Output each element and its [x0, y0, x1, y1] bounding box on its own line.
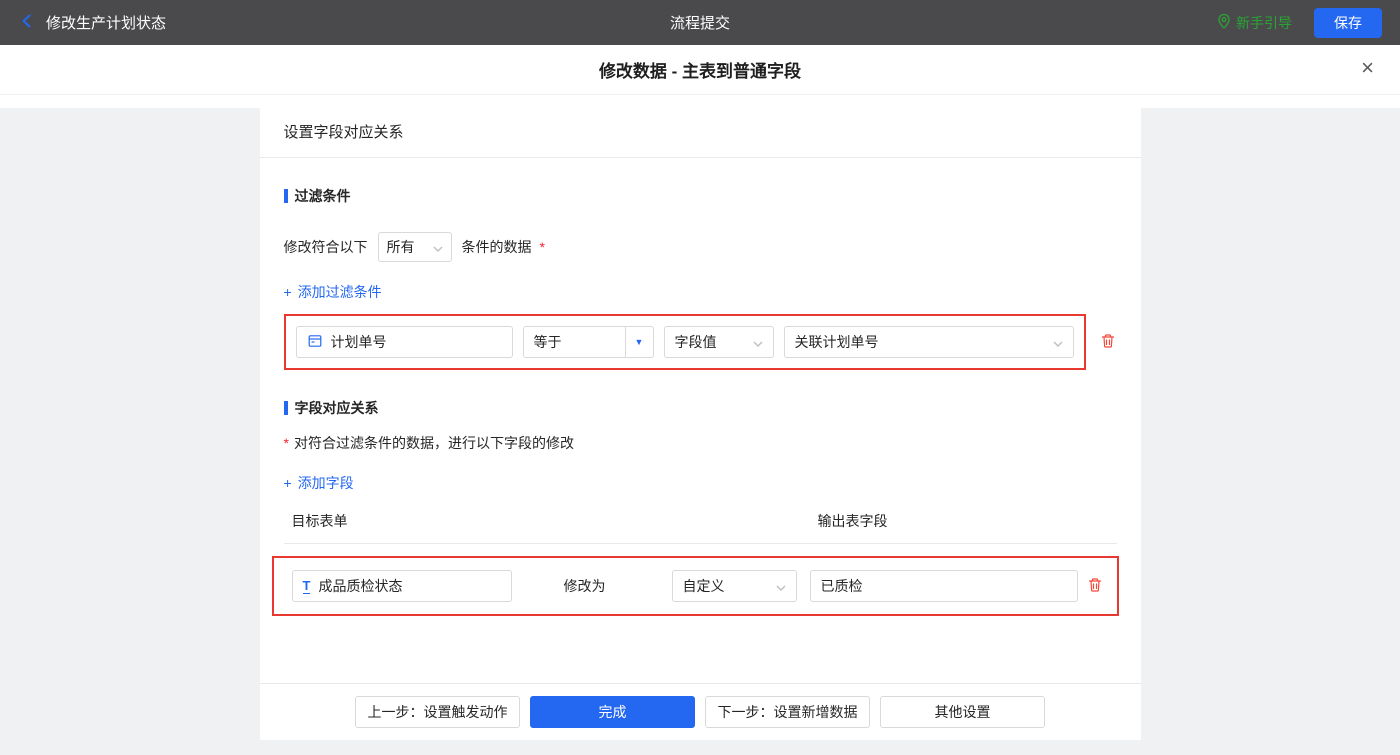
dialog-header: 修改数据 - 主表到普通字段 × [0, 45, 1400, 95]
required-asterisk: * [540, 239, 545, 255]
mapping-section-title: 字段对应关系 [284, 398, 1117, 418]
filter-condition-row: 计划单号 等于 ▼ 字段值 关联计划单号 [284, 314, 1117, 370]
plus-icon: + [284, 284, 292, 300]
form-icon [307, 333, 323, 352]
mapping-column-headers: 目标表单 输出表字段 [284, 511, 1117, 544]
match-prefix: 修改符合以下 [284, 237, 368, 257]
guide-link[interactable]: 新手引导 [1217, 13, 1292, 33]
match-mode-select[interactable]: 所有 [378, 232, 452, 262]
match-mode-value: 所有 [387, 237, 415, 257]
value-source-value: 自定义 [683, 576, 725, 596]
close-icon[interactable]: × [1361, 57, 1374, 79]
other-settings-button[interactable]: 其他设置 [880, 696, 1045, 728]
chevron-down-icon [776, 578, 786, 594]
mapping-section-label: 字段对应关系 [295, 398, 379, 418]
card-body: 过滤条件 修改符合以下 所有 条件的数据 * + 添加过滤条件 [260, 158, 1141, 683]
match-suffix: 条件的数据 [462, 237, 532, 257]
value-type-value: 字段值 [675, 332, 717, 352]
filter-field-value: 计划单号 [331, 332, 387, 352]
filter-section-label: 过滤条件 [295, 186, 351, 206]
value-source-select[interactable]: 自定义 [672, 570, 797, 602]
output-value-input[interactable]: 已质检 [810, 570, 1078, 602]
chevron-down-icon [1053, 334, 1063, 350]
trash-icon [1100, 333, 1116, 352]
annotation-box-filter: 计划单号 等于 ▼ 字段值 关联计划单号 [284, 314, 1086, 370]
chevron-down-icon [433, 239, 443, 255]
column-header-target: 目标表单 [292, 511, 348, 531]
location-pin-icon [1217, 13, 1231, 32]
target-field-value: 成品质检状态 [318, 576, 402, 596]
topbar: 修改生产计划状态 流程提交 新手引导 保存 [0, 0, 1400, 45]
dialog-title: 修改数据 - 主表到普通字段 [599, 57, 801, 82]
required-asterisk: * [284, 435, 289, 451]
add-filter-link[interactable]: + 添加过滤条件 [284, 282, 382, 302]
trash-icon [1087, 577, 1103, 596]
prev-step-button[interactable]: 上一步：设置触发动作 [355, 696, 520, 728]
page-title: 修改生产计划状态 [46, 12, 166, 33]
output-value-text: 已质检 [821, 576, 863, 596]
card-footer: 上一步：设置触发动作 完成 下一步：设置新增数据 其他设置 [260, 683, 1141, 740]
delete-field-button[interactable] [1087, 577, 1103, 596]
column-header-output: 输出表字段 [818, 511, 888, 531]
mapping-hint: * 对符合过滤条件的数据，进行以下字段的修改 [284, 433, 1117, 453]
delete-filter-button[interactable] [1100, 333, 1116, 352]
back-button[interactable] [18, 12, 36, 33]
operator-select[interactable]: 等于 ▼ [523, 326, 654, 358]
target-field-input[interactable]: T 成品质检状态 [292, 570, 512, 602]
dropdown-arrow-icon[interactable]: ▼ [625, 327, 653, 357]
chevron-down-icon [753, 334, 763, 350]
next-step-button[interactable]: 下一步：设置新增数据 [705, 696, 870, 728]
card-title: 设置字段对应关系 [260, 108, 1141, 158]
add-field-label: 添加字段 [298, 473, 354, 493]
flow-title: 流程提交 [670, 12, 730, 33]
annotation-box-mapping: T 成品质检状态 修改为 自定义 已质检 [272, 556, 1119, 616]
save-button[interactable]: 保存 [1314, 8, 1382, 38]
value-field-value: 关联计划单号 [795, 332, 879, 352]
chevron-left-icon [18, 12, 36, 33]
section-marker [284, 189, 288, 203]
match-condition-row: 修改符合以下 所有 条件的数据 * [284, 232, 1117, 262]
section-marker [284, 401, 288, 415]
text-field-icon: T [303, 579, 311, 594]
done-button[interactable]: 完成 [530, 696, 695, 728]
filter-section-title: 过滤条件 [284, 186, 1117, 206]
add-field-link[interactable]: + 添加字段 [284, 473, 354, 493]
value-type-select[interactable]: 字段值 [664, 326, 774, 358]
dialog-content: 设置字段对应关系 过滤条件 修改符合以下 所有 条件的数据 * + [0, 108, 1400, 755]
action-label: 修改为 [564, 576, 606, 596]
plus-icon: + [284, 475, 292, 491]
topbar-left: 修改生产计划状态 [18, 12, 670, 33]
settings-card: 设置字段对应关系 过滤条件 修改符合以下 所有 条件的数据 * + [260, 108, 1141, 740]
operator-value: 等于 [524, 327, 625, 357]
guide-label: 新手引导 [1236, 13, 1292, 33]
mapping-hint-text: 对符合过滤条件的数据，进行以下字段的修改 [294, 433, 574, 453]
topbar-right: 新手引导 保存 [730, 8, 1382, 38]
add-filter-label: 添加过滤条件 [298, 282, 382, 302]
filter-field-input[interactable]: 计划单号 [296, 326, 513, 358]
value-field-select[interactable]: 关联计划单号 [784, 326, 1074, 358]
